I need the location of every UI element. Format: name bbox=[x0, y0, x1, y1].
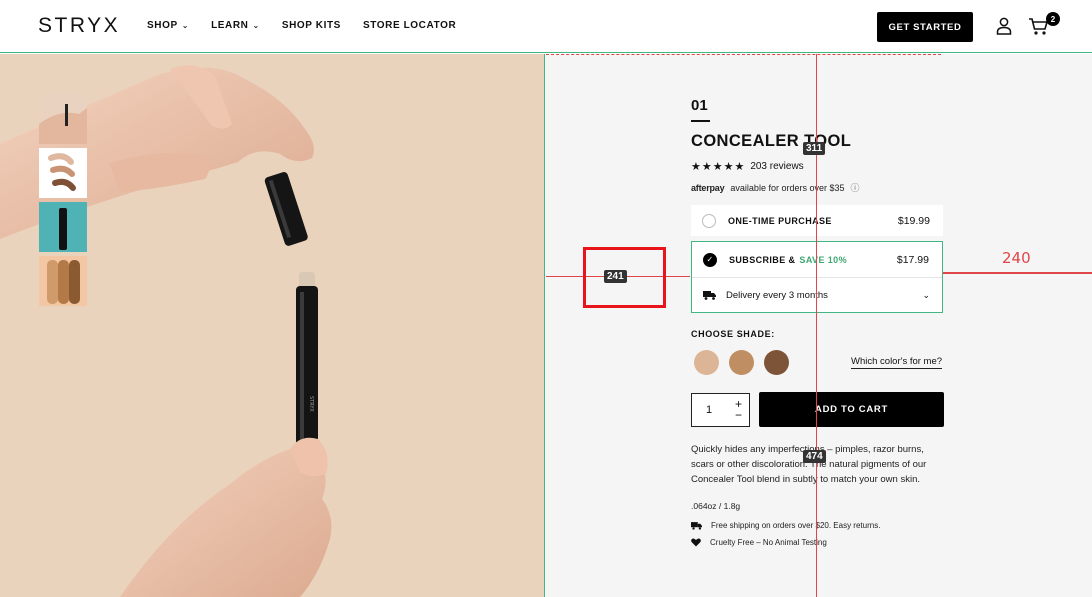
afterpay-note: afterpay available for orders over $35 ⓘ bbox=[691, 181, 860, 194]
quantity-minus-button[interactable]: − bbox=[735, 409, 742, 421]
shade-swatch-light[interactable] bbox=[694, 350, 719, 375]
svg-text:STRYX: STRYX bbox=[308, 396, 314, 412]
chevron-down-icon: ⌄ bbox=[252, 21, 260, 30]
product-rating[interactable]: ★★★★★ 203 reviews bbox=[691, 160, 804, 173]
guide-vertical-line bbox=[816, 54, 817, 597]
afterpay-text: available for orders over $35 bbox=[730, 182, 845, 193]
product-number-underline bbox=[691, 120, 710, 122]
product-number: 01 bbox=[691, 97, 708, 114]
product-hero-image: STRYX bbox=[0, 54, 545, 597]
truck-icon bbox=[691, 522, 702, 530]
shade-swatches bbox=[694, 350, 789, 375]
nav-shop-kits[interactable]: SHOP KITS bbox=[282, 20, 341, 31]
info-icon[interactable]: ⓘ bbox=[851, 181, 860, 194]
guide-horizontal-line-right bbox=[943, 272, 1092, 274]
nav-shop-kits-label: SHOP KITS bbox=[281, 20, 341, 31]
choose-shade-label: CHOOSE SHADE: bbox=[691, 329, 775, 339]
heart-icon bbox=[691, 538, 701, 547]
nav-store-locator[interactable]: STORE LOCATOR bbox=[363, 20, 456, 31]
measurement-tag-311: 311 bbox=[803, 142, 826, 155]
nav-store-locator-label: STORE LOCATOR bbox=[362, 20, 457, 31]
feature-cruelty-free-text: Cruelty Free – No Animal Testing bbox=[710, 538, 827, 547]
review-count: 203 reviews bbox=[750, 161, 804, 172]
one-time-price: $19.99 bbox=[897, 214, 930, 227]
guide-dashed-line bbox=[546, 54, 941, 55]
afterpay-logo: afterpay bbox=[691, 182, 725, 193]
product-details-panel: 01 CONCEALER TOOL ★★★★★ 203 reviews afte… bbox=[546, 54, 1092, 597]
measurement-tag-241: 241 bbox=[604, 270, 627, 283]
quantity-buttons: + − bbox=[735, 398, 742, 421]
one-time-purchase-option[interactable]: ONE-TIME PURCHASE $19.99 bbox=[691, 205, 943, 236]
main-nav: SHOP ⌄ LEARN ⌄ SHOP KITS STORE LOCATOR bbox=[147, 20, 456, 31]
feature-cruelty-free: Cruelty Free – No Animal Testing bbox=[691, 538, 827, 547]
brand-logo[interactable]: STRYX bbox=[38, 14, 120, 38]
quantity-stepper[interactable]: 1 + − bbox=[691, 393, 750, 427]
nav-learn[interactable]: LEARN ⌄ bbox=[211, 20, 260, 31]
thumbnail-hand[interactable] bbox=[39, 94, 87, 144]
radio-unselected-icon[interactable] bbox=[702, 213, 716, 228]
feature-free-shipping-text: Free shipping on orders over $20. Easy r… bbox=[711, 521, 881, 530]
thumbnail-swatches[interactable] bbox=[39, 148, 87, 198]
chevron-down-icon: ⌄ bbox=[922, 289, 930, 300]
thumbnail-list bbox=[39, 94, 87, 306]
subscribe-label: SUBSCRIBE & bbox=[729, 254, 796, 265]
truck-icon bbox=[703, 291, 716, 300]
delivery-frequency-label: Delivery every 3 months bbox=[726, 289, 828, 301]
cart-count-badge: 2 bbox=[1046, 12, 1060, 26]
chevron-down-icon: ⌄ bbox=[181, 21, 190, 30]
nav-learn-label: LEARN bbox=[211, 20, 249, 31]
user-icon[interactable] bbox=[996, 17, 1012, 35]
delivery-frequency-select[interactable]: Delivery every 3 months ⌄ bbox=[692, 278, 942, 312]
feature-free-shipping: Free shipping on orders over $20. Easy r… bbox=[691, 521, 880, 530]
radio-checked-icon[interactable]: ✓ bbox=[703, 252, 717, 267]
measurement-tag-474: 474 bbox=[803, 450, 826, 463]
add-to-cart-button[interactable]: ADD TO CART bbox=[759, 392, 944, 427]
nav-shop[interactable]: SHOP ⌄ bbox=[147, 20, 189, 31]
shade-swatch-medium[interactable] bbox=[729, 350, 754, 375]
shade-swatch-dark[interactable] bbox=[764, 350, 789, 375]
quantity-value[interactable]: 1 bbox=[706, 404, 712, 416]
measurement-label-240: 240 bbox=[1002, 249, 1031, 267]
site-header: STRYX SHOP ⌄ LEARN ⌄ SHOP KITS STORE LOC… bbox=[0, 0, 1092, 53]
product-title: CONCEALER TOOL bbox=[691, 132, 852, 150]
nav-shop-label: SHOP bbox=[147, 20, 178, 31]
subscribe-save-label: SAVE 10% bbox=[799, 254, 847, 265]
subscribe-option[interactable]: ✓ SUBSCRIBE & SAVE 10% $17.99 Delivery e… bbox=[691, 241, 943, 313]
which-color-link[interactable]: Which color's for me? bbox=[851, 356, 943, 369]
thumbnail-shade-strokes[interactable] bbox=[39, 256, 87, 306]
subscribe-price: $17.99 bbox=[896, 253, 929, 266]
get-started-button[interactable]: GET STARTED bbox=[877, 12, 973, 42]
product-weight: .064oz / 1.8g bbox=[691, 501, 741, 511]
subscribe-row[interactable]: ✓ SUBSCRIBE & SAVE 10% $17.99 bbox=[692, 242, 942, 278]
star-rating-icon: ★★★★★ bbox=[691, 161, 746, 173]
thumbnail-tool-teal[interactable] bbox=[39, 202, 87, 252]
